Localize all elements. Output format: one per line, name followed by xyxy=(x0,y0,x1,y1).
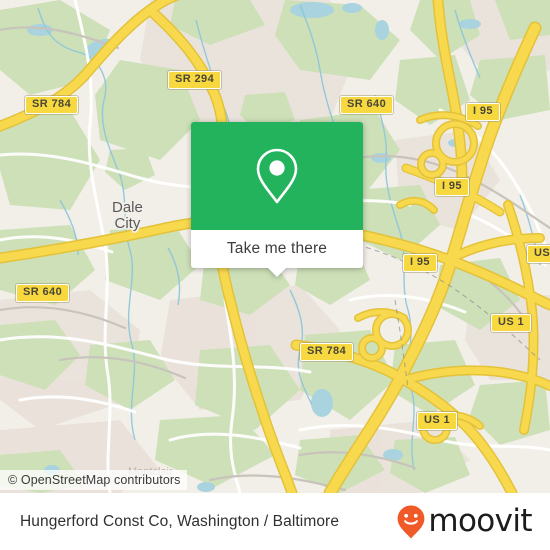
road-shield-i-95-s: I 95 xyxy=(403,254,437,272)
road-shield-sr-640-w: SR 640 xyxy=(16,284,70,302)
road-shield-us-1-s: US 1 xyxy=(417,412,458,430)
road-shield-sr-294: SR 294 xyxy=(168,71,222,89)
road-shield-sr-640-n: SR 640 xyxy=(340,96,394,114)
road-shield-sr-784-nw: SR 784 xyxy=(25,96,79,114)
city-label-line1: Dale xyxy=(112,199,143,216)
road-shield-i-95-mid: I 95 xyxy=(435,178,469,196)
map-pin-icon xyxy=(256,148,298,204)
road-shield-sr-784-s: SR 784 xyxy=(300,343,354,361)
road-shield-us-edge: US xyxy=(527,245,550,263)
city-label-dale-city: Dale City xyxy=(112,200,143,232)
callout-icon-panel xyxy=(191,122,363,230)
road-shield-i-95-ne: I 95 xyxy=(466,103,500,121)
moovit-wordmark: moovit xyxy=(428,503,532,539)
location-callout-card[interactable]: Take me there xyxy=(191,122,363,277)
take-me-there-label: Take me there xyxy=(226,240,328,257)
bottom-info-bar: Hungerford Const Co, Washington / Baltim… xyxy=(0,493,550,550)
callout-pointer-tail xyxy=(267,267,287,277)
road-shield-us-1-e: US 1 xyxy=(491,314,532,332)
moovit-logo[interactable]: moovit xyxy=(396,503,533,540)
moovit-pin-icon xyxy=(397,505,425,538)
callout-action-panel[interactable]: Take me there xyxy=(191,230,363,277)
place-title: Hungerford Const Co, Washington / Baltim… xyxy=(20,512,340,530)
map-screenshot: Dale City Montclair SR 784 SR 294 SR 640… xyxy=(0,0,550,550)
city-label-line2: City xyxy=(114,215,141,232)
osm-attribution[interactable]: © OpenStreetMap contributors xyxy=(0,470,187,490)
